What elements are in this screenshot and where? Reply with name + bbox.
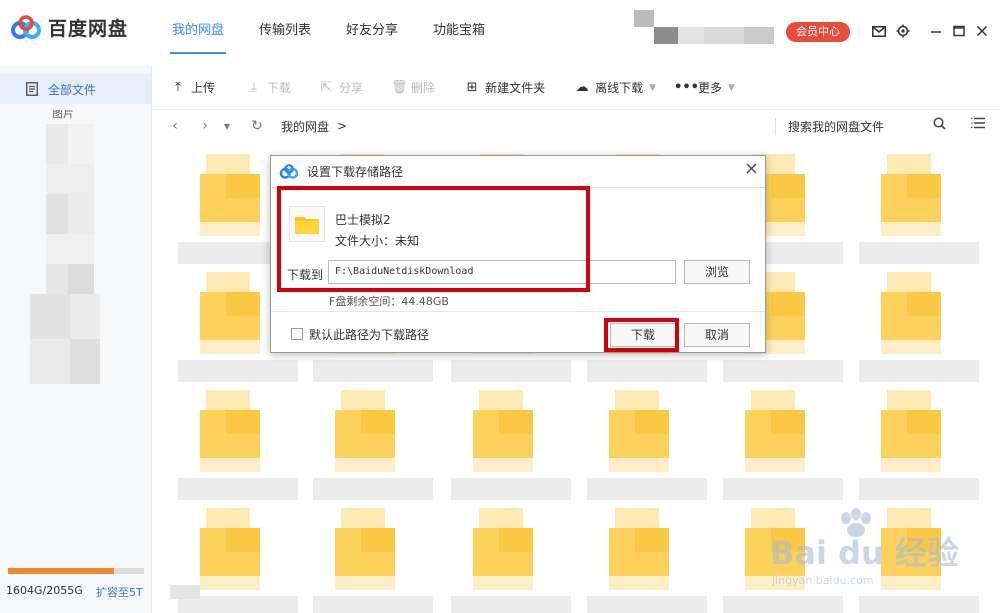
upload-label: 上传: [191, 81, 216, 95]
cloud-download-icon: ☁: [575, 80, 589, 95]
chevron-down-icon[interactable]: ▼: [649, 83, 656, 93]
breadcrumb-separator: >: [337, 119, 348, 133]
main-nav: 我的网盘 传输列表 好友分享 功能宝箱: [162, 0, 510, 66]
back-arrow-icon[interactable]: ‹: [167, 118, 183, 134]
folder-tile-blurred[interactable]: [451, 508, 571, 613]
watermark-main-text: Bai du 经验: [770, 534, 959, 572]
minimize-icon[interactable]: [928, 23, 944, 39]
close-icon[interactable]: [974, 23, 990, 39]
app-logo: 百度网盘: [10, 14, 128, 41]
chevron-down-icon[interactable]: ▼: [728, 83, 735, 93]
tab-toolbox[interactable]: 功能宝箱: [423, 0, 495, 66]
dialog-cancel-button[interactable]: 取消: [684, 323, 750, 347]
mail-icon[interactable]: [871, 23, 887, 39]
new-folder-button[interactable]: ⊞ 新建文件夹: [465, 66, 545, 110]
dialog-close-icon[interactable]: [746, 162, 757, 178]
share-icon: ⇱: [320, 80, 332, 95]
folder-tile-blurred[interactable]: [859, 390, 979, 502]
download-path-input[interactable]: F:\BaiduNetdiskDownload: [328, 260, 676, 284]
share-label: 分享: [339, 81, 364, 95]
sidebar: 全部文件 图片 1604G/2055G 扩容至5T: [0, 66, 152, 613]
more-label: 更多: [698, 81, 723, 95]
search-icon[interactable]: [933, 117, 946, 134]
new-folder-icon: ⊞: [466, 80, 478, 95]
path-bar: ‹ › ▼ ↻ 我的网盘 > 搜索我的网盘文件: [153, 110, 1000, 142]
more-button[interactable]: ••• 更多 ▼: [674, 66, 735, 110]
delete-button[interactable]: 🗑 删除: [391, 66, 435, 110]
folder-tile-blurred[interactable]: [178, 272, 298, 384]
download-label: 下载: [267, 81, 292, 95]
baidu-jingyan-watermark: Bai du 经验 jingyan.baidu.com: [760, 508, 980, 598]
download-path-dialog: 设置下载存储路径 巴士模拟2 文件大小：未知 下载到 F:\BaiduNetdi…: [270, 155, 766, 353]
folder-icon: [289, 206, 325, 242]
maximize-icon[interactable]: [951, 23, 967, 39]
offline-download-button[interactable]: ☁ 离线下载 ▼: [575, 66, 656, 110]
storage-quota-fill: [8, 568, 115, 574]
free-space-text: F盘剩余空间：44.48GB: [329, 295, 449, 308]
folder-tile-blurred[interactable]: [859, 272, 979, 384]
delete-label: 删除: [411, 81, 436, 95]
file-size: 文件大小：未知: [335, 234, 420, 248]
sidebar-item-label: 全部文件: [48, 82, 97, 97]
trash-icon: 🗑: [391, 80, 408, 95]
storage-quota-bar: [8, 568, 144, 574]
folder-tile-blurred[interactable]: [451, 390, 571, 502]
dialog-download-button[interactable]: 下载: [610, 323, 676, 347]
dialog-title-bar: 设置下载存储路径: [271, 156, 765, 188]
history-dropdown-icon[interactable]: ▼: [219, 122, 235, 131]
item-count-blurred: [170, 585, 200, 599]
default-path-label[interactable]: 默认此路径为下载路径: [309, 326, 429, 343]
upload-icon: ⤒: [175, 80, 181, 95]
search-input[interactable]: 搜索我的网盘文件: [775, 118, 884, 135]
tab-my-disk[interactable]: 我的网盘: [162, 0, 234, 66]
expand-storage-link[interactable]: 扩容至5T: [96, 584, 143, 600]
watermark-url-text: jingyan.baidu.com: [772, 574, 874, 587]
share-button[interactable]: ⇱ 分享: [319, 66, 363, 110]
folder-tile-blurred[interactable]: [313, 508, 433, 613]
file-toolbar: ⤒ 上传 ⤓ 下载 ⇱ 分享 🗑 删除 ⊞ 新建文件夹 ☁ 离线下载 ▼ •••…: [153, 66, 1000, 110]
list-view-icon[interactable]: [971, 117, 985, 133]
folder-tile-blurred[interactable]: [587, 390, 707, 502]
folder-tile-blurred[interactable]: [859, 154, 979, 266]
folder-tile-blurred[interactable]: [723, 390, 843, 502]
user-info-blurred[interactable]: [634, 10, 774, 44]
storage-quota-text: 1604G/2055G: [6, 584, 83, 597]
default-path-checkbox[interactable]: [291, 328, 303, 340]
offline-download-label: 离线下载: [595, 81, 644, 95]
folder-tile-blurred[interactable]: [313, 390, 433, 502]
top-bar: 百度网盘 我的网盘 传输列表 好友分享 功能宝箱 会员中心: [0, 0, 1000, 66]
folder-tile-blurred[interactable]: [587, 508, 707, 613]
download-icon: ⤓: [251, 80, 257, 95]
tab-transfer-list[interactable]: 传输列表: [249, 0, 321, 66]
new-folder-label: 新建文件夹: [485, 81, 546, 95]
upload-button[interactable]: ⤒ 上传: [171, 66, 215, 110]
sidebar-item-all-files[interactable]: 全部文件: [0, 74, 151, 104]
breadcrumb-my-disk[interactable]: 我的网盘: [281, 118, 329, 135]
download-to-label: 下载到: [287, 268, 324, 282]
app-name: 百度网盘: [48, 18, 129, 40]
baidu-cloud-logo-icon: [11, 14, 41, 39]
download-button[interactable]: ⤓ 下载: [247, 66, 291, 110]
tab-friend-share[interactable]: 好友分享: [336, 0, 408, 66]
sidebar-items-blurred-2[interactable]: [30, 294, 102, 384]
folder-tile-blurred[interactable]: [178, 154, 298, 266]
sidebar-item-images[interactable]: 图片: [52, 110, 74, 120]
baidu-cloud-logo-icon: [279, 163, 299, 179]
settings-gear-icon[interactable]: [895, 23, 911, 39]
forward-arrow-icon[interactable]: ›: [197, 118, 213, 134]
refresh-icon[interactable]: ↻: [249, 118, 265, 134]
browse-button[interactable]: 浏览: [684, 260, 750, 284]
more-dots-icon: •••: [674, 80, 699, 95]
document-icon: [26, 82, 38, 96]
vip-center-button[interactable]: 会员中心: [786, 22, 850, 42]
dialog-divider: [271, 311, 765, 312]
folder-tile-blurred[interactable]: [178, 390, 298, 502]
file-name: 巴士模拟2: [335, 213, 391, 227]
dialog-title: 设置下载存储路径: [307, 165, 404, 179]
